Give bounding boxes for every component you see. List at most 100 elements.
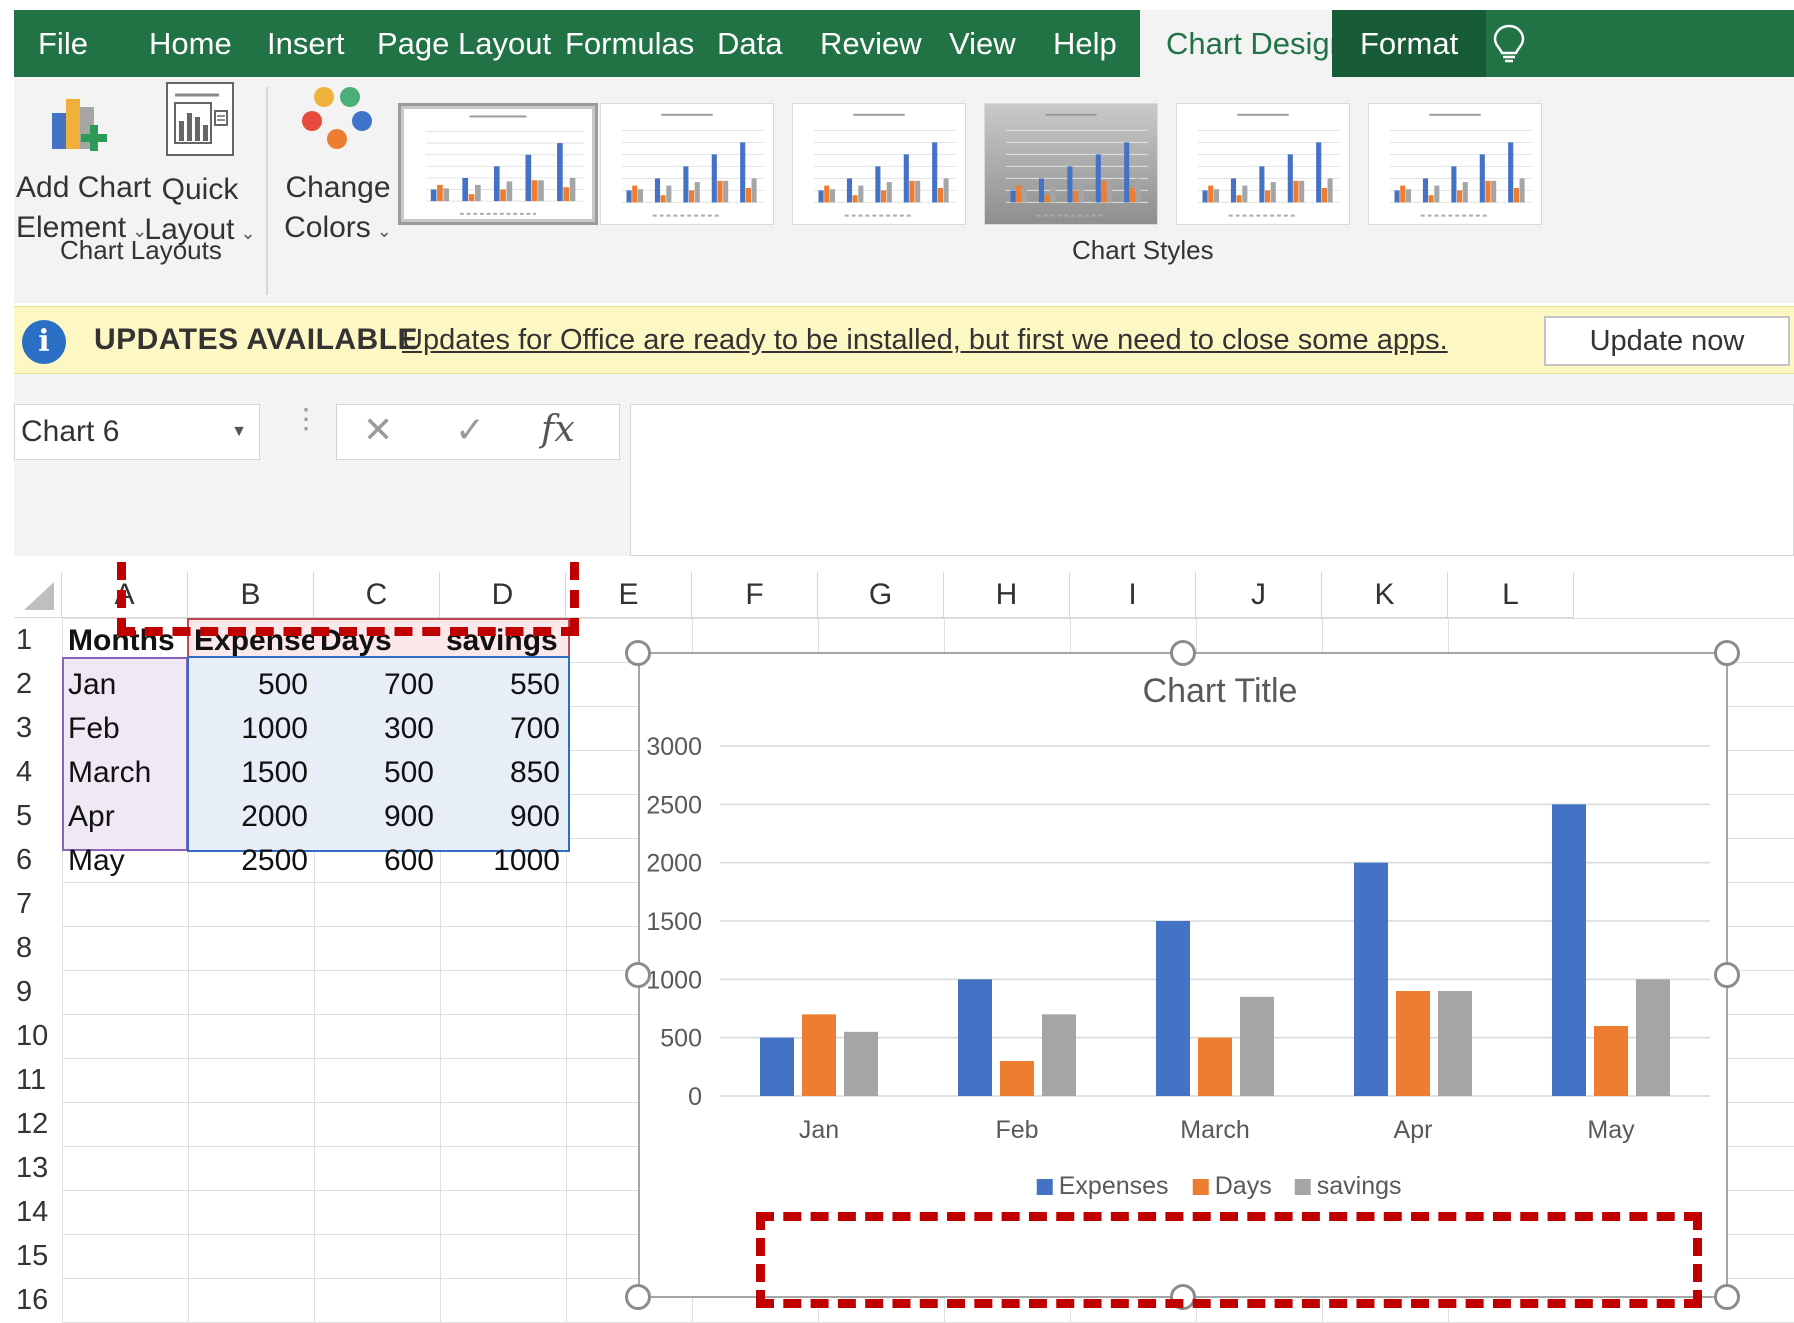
row-header-3[interactable]: 3 [14, 706, 62, 750]
bar-days-jan[interactable] [802, 1014, 836, 1096]
check-icon[interactable]: ✓ [455, 409, 485, 451]
chart[interactable]: Chart Title 0 500 1000 1500 2000 2500 3000 Jan Fe… [638, 652, 1728, 1298]
resize-handle[interactable] [625, 640, 651, 666]
legend-label-savings[interactable]: savings [1317, 1172, 1402, 1200]
bar-expenses-march[interactable] [1156, 921, 1190, 1096]
resize-handle[interactable] [625, 1284, 651, 1310]
bar-days-apr[interactable] [1396, 991, 1430, 1096]
row-header-6[interactable]: 6 [14, 838, 62, 882]
cancel-icon[interactable]: ✕ [363, 409, 393, 451]
column-header-i[interactable]: I [1070, 572, 1196, 618]
cell-b6[interactable]: 2500 [188, 838, 314, 882]
legend-label-expenses[interactable]: Expenses [1059, 1172, 1169, 1200]
bar-expenses-may[interactable] [1552, 804, 1586, 1096]
tab-help[interactable]: Help [1053, 10, 1117, 77]
quick-layout-button[interactable]: Quick Layout ⌄ [144, 81, 256, 253]
tab-home[interactable]: Home [149, 10, 232, 77]
cell-a3[interactable]: Feb [62, 706, 188, 750]
add-chart-element-button[interactable]: Add Chart Element ⌄ [16, 85, 151, 251]
row-header-1[interactable]: 1 [14, 618, 62, 662]
row-header-16[interactable]: 16 [14, 1278, 62, 1322]
update-bar-message-link[interactable]: Updates for Office are ready to be insta… [402, 324, 1448, 357]
chart-style-2[interactable] [600, 103, 774, 225]
legend-label-days[interactable]: Days [1215, 1172, 1272, 1200]
resize-handle[interactable] [1714, 962, 1740, 988]
cell-d6[interactable]: 1000 [440, 838, 566, 882]
resize-handle[interactable] [1714, 1284, 1740, 1310]
row-header-10[interactable]: 10 [14, 1014, 62, 1058]
cell-d2[interactable]: 550 [440, 662, 566, 706]
row-header-7[interactable]: 7 [14, 882, 62, 926]
more-options-icon[interactable]: ⋮ [292, 405, 320, 433]
chart-style-3[interactable] [792, 103, 966, 225]
chevron-down-icon[interactable]: ▼ [231, 405, 247, 459]
cell-d5[interactable]: 900 [440, 794, 566, 838]
tab-file[interactable]: File [38, 10, 88, 77]
tab-page-layout[interactable]: Page Layout [377, 10, 551, 77]
change-colors-button[interactable]: Change Colors ⌄ [276, 83, 400, 251]
row-header-11[interactable]: 11 [14, 1058, 62, 1102]
cell-a5[interactable]: Apr [62, 794, 188, 838]
chart-style-6[interactable] [1368, 103, 1542, 225]
tab-insert[interactable]: Insert [267, 10, 345, 77]
column-header-f[interactable]: F [692, 572, 818, 618]
resize-handle[interactable] [1170, 640, 1196, 666]
row-header-14[interactable]: 14 [14, 1190, 62, 1234]
bar-days-march[interactable] [1198, 1037, 1232, 1096]
row-header-2[interactable]: 2 [14, 662, 62, 706]
formula-input[interactable] [630, 404, 1794, 556]
column-header-g[interactable]: G [818, 572, 944, 618]
chart-style-5[interactable] [1176, 103, 1350, 225]
row-header-13[interactable]: 13 [14, 1146, 62, 1190]
bar-expenses-jan[interactable] [760, 1037, 794, 1096]
bar-savings-feb[interactable] [1042, 1014, 1076, 1096]
tab-format[interactable]: Format [1332, 10, 1487, 77]
cell-d3[interactable]: 700 [440, 706, 566, 750]
resize-handle[interactable] [1714, 640, 1740, 666]
cell-d4[interactable]: 850 [440, 750, 566, 794]
cell-c6[interactable]: 600 [314, 838, 440, 882]
cell-a6[interactable]: May [62, 838, 188, 882]
row-header-12[interactable]: 12 [14, 1102, 62, 1146]
column-header-k[interactable]: K [1322, 572, 1448, 618]
cell-c2[interactable]: 700 [314, 662, 440, 706]
row-header-4[interactable]: 4 [14, 750, 62, 794]
cell-a4[interactable]: March [62, 750, 188, 794]
cell-b4[interactable]: 1500 [188, 750, 314, 794]
cell-c4[interactable]: 500 [314, 750, 440, 794]
row-header-9[interactable]: 9 [14, 970, 62, 1014]
chart-style-1[interactable] [398, 103, 598, 225]
select-all-button[interactable] [14, 572, 62, 618]
insert-function-icon[interactable]: fx [541, 409, 575, 450]
cell-b5[interactable]: 2000 [188, 794, 314, 838]
cell-c5[interactable]: 900 [314, 794, 440, 838]
update-now-button[interactable]: Update now [1544, 316, 1790, 366]
bar-savings-march[interactable] [1240, 996, 1274, 1096]
bar-expenses-apr[interactable] [1354, 862, 1388, 1096]
name-box[interactable]: Chart 6 ▼ [14, 404, 260, 460]
tab-data[interactable]: Data [717, 10, 782, 77]
cell-b3[interactable]: 1000 [188, 706, 314, 750]
bar-days-may[interactable] [1594, 1026, 1628, 1096]
bar-days-feb[interactable] [1000, 1061, 1034, 1096]
cell-b2[interactable]: 500 [188, 662, 314, 706]
bar-savings-may[interactable] [1636, 979, 1670, 1096]
tab-formulas[interactable]: Formulas [565, 10, 694, 77]
row-header-5[interactable]: 5 [14, 794, 62, 838]
lightbulb-icon[interactable] [1492, 24, 1526, 64]
cell-c3[interactable]: 300 [314, 706, 440, 750]
column-header-e[interactable]: E [566, 572, 692, 618]
chart-title[interactable]: Chart Title [1143, 672, 1298, 710]
resize-handle[interactable] [625, 962, 651, 988]
row-header-15[interactable]: 15 [14, 1234, 62, 1278]
bar-expenses-feb[interactable] [958, 979, 992, 1096]
column-header-j[interactable]: J [1196, 572, 1322, 618]
cell-a2[interactable]: Jan [62, 662, 188, 706]
column-header-l[interactable]: L [1448, 572, 1574, 618]
chart-style-4[interactable] [984, 103, 1158, 225]
tab-view[interactable]: View [949, 10, 1016, 77]
row-header-8[interactable]: 8 [14, 926, 62, 970]
bar-savings-apr[interactable] [1438, 991, 1472, 1096]
tab-review[interactable]: Review [820, 10, 922, 77]
bar-savings-jan[interactable] [844, 1031, 878, 1096]
